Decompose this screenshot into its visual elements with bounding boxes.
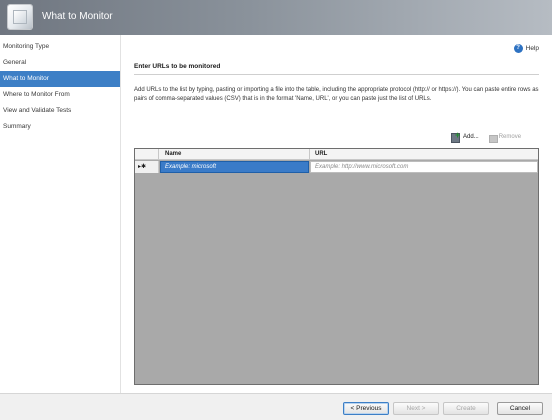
wizard-footer: < Previous Next > Create Cancel xyxy=(0,393,552,420)
instructions-text: Add URLs to the list by typing, pasting … xyxy=(134,87,539,102)
url-table[interactable]: Name URL ▸✱ Example: microsoft Example: … xyxy=(134,148,539,385)
sidebar-item-summary[interactable]: Summary xyxy=(0,119,120,135)
wizard-header: What to Monitor xyxy=(0,0,552,35)
url-cell[interactable]: Example: http://www.microsoft.com xyxy=(310,161,538,173)
table-row[interactable]: ▸✱ Example: microsoft Example: http://ww… xyxy=(135,161,538,173)
column-header-url[interactable]: URL xyxy=(315,151,327,157)
page-title: What to Monitor xyxy=(42,11,113,22)
sidebar-item-general[interactable]: General xyxy=(0,55,120,71)
help-label: Help xyxy=(525,45,539,52)
help-link[interactable]: ? Help xyxy=(513,44,539,53)
add-icon xyxy=(451,130,461,143)
column-divider[interactable] xyxy=(309,149,310,160)
remove-label: Remove xyxy=(498,134,522,140)
column-header-name[interactable]: Name xyxy=(165,151,181,157)
create-button: Create xyxy=(443,402,489,415)
table-header: Name URL xyxy=(135,149,538,160)
next-button: Next > xyxy=(393,402,439,415)
wizard-icon xyxy=(8,5,32,29)
remove-button: Remove xyxy=(488,133,522,143)
sidebar-item-where-to-monitor-from[interactable]: Where to Monitor From xyxy=(0,87,120,103)
name-cell[interactable]: Example: microsoft xyxy=(160,161,309,173)
wizard-steps-sidebar: Monitoring Type General What to Monitor … xyxy=(0,35,121,393)
main-panel: ? Help Enter URLs to be monitored Add UR… xyxy=(121,35,552,393)
grid-toolbar: Add... Remove xyxy=(451,130,547,143)
table-corner xyxy=(135,149,159,160)
remove-icon xyxy=(488,133,498,143)
sidebar-item-view-and-validate-tests[interactable]: View and Validate Tests xyxy=(0,103,120,119)
add-button[interactable]: Add... xyxy=(451,130,479,143)
sidebar-item-monitoring-type[interactable]: Monitoring Type xyxy=(0,39,120,55)
section-divider xyxy=(134,74,539,75)
sidebar-item-what-to-monitor[interactable]: What to Monitor xyxy=(0,71,120,87)
previous-button[interactable]: < Previous xyxy=(343,402,389,415)
add-label: Add... xyxy=(463,134,479,140)
cancel-button[interactable]: Cancel xyxy=(497,402,543,415)
new-row-marker[interactable]: ▸✱ xyxy=(135,161,159,173)
section-title: Enter URLs to be monitored xyxy=(134,63,221,70)
help-icon: ? xyxy=(513,44,523,53)
